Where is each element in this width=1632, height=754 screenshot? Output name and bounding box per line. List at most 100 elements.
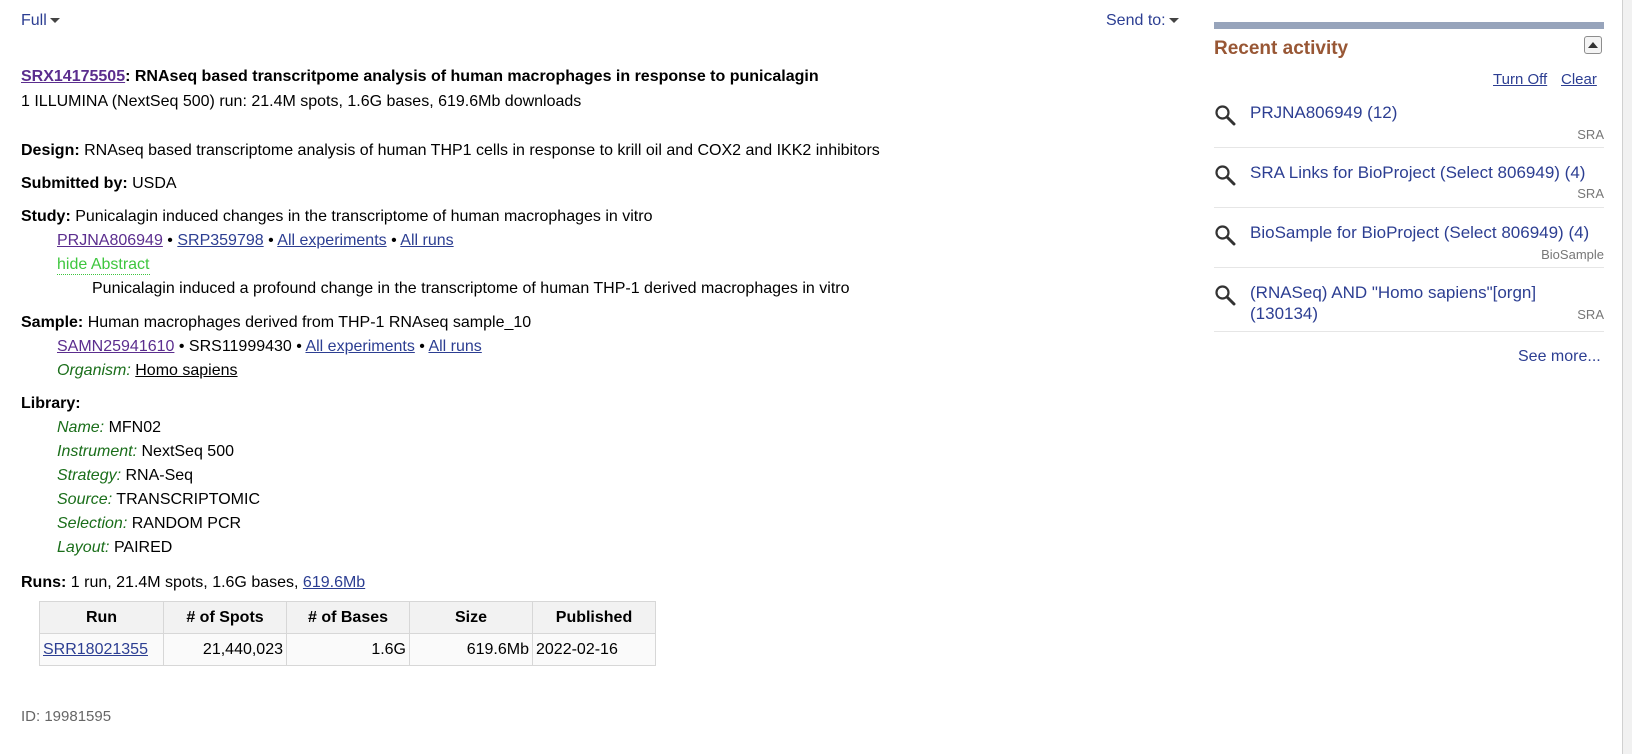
library-field-name: Source: bbox=[57, 491, 113, 508]
sample-label: Sample: bbox=[21, 314, 84, 331]
chevron-down-icon bbox=[49, 18, 60, 24]
runs-table: Run # of Spots # of Bases Size Published… bbox=[39, 601, 656, 666]
recent-activity-db: SRA bbox=[1577, 307, 1604, 322]
runs-size-link[interactable]: 619.6Mb bbox=[303, 574, 365, 591]
hide-abstract-toggle[interactable]: hide Abstract bbox=[57, 255, 150, 275]
recent-activity-title: Recent activity bbox=[1214, 38, 1349, 59]
submitted-text: USDA bbox=[132, 175, 177, 192]
send-to-label: Send to: bbox=[1106, 12, 1166, 29]
sample-all-runs-link[interactable]: All runs bbox=[428, 338, 481, 355]
record-title: SRX14175505: RNAseq based transcritpome … bbox=[21, 68, 819, 85]
spots-cell: 21,440,023 bbox=[163, 633, 287, 666]
recent-activity-item[interactable]: (RNASeq) AND "Homo sapiens"[orgn] (13013… bbox=[1214, 282, 1604, 332]
sample-row: Sample: Human macrophages derived from T… bbox=[21, 313, 531, 333]
library-field: Source: TRANSCRIPTOMIC bbox=[57, 490, 260, 510]
table-header-row: Run # of Spots # of Bases Size Published bbox=[39, 601, 656, 634]
search-icon bbox=[1215, 165, 1236, 186]
bases-cell: 1.6G bbox=[286, 633, 410, 666]
library-field: Selection: RANDOM PCR bbox=[57, 514, 241, 534]
format-dropdown[interactable]: Full bbox=[21, 12, 60, 30]
see-more-link[interactable]: See more... bbox=[1518, 348, 1601, 366]
biosample-link[interactable]: SAMN25941610 bbox=[57, 338, 174, 355]
abstract-text: Punicalagin induced a profound change in… bbox=[92, 280, 850, 297]
sample-links: SAMN25941610 • SRS11999430 • All experim… bbox=[57, 338, 482, 355]
library-field-name: Instrument: bbox=[57, 443, 138, 460]
study-all-experiments-link[interactable]: All experiments bbox=[277, 232, 386, 249]
table-row: SRR18021355 21,440,023 1.6G 619.6Mb 2022… bbox=[39, 633, 656, 666]
organism-row: Organism: Homo sapiens bbox=[57, 361, 238, 381]
column-header: Size bbox=[409, 601, 533, 634]
recent-activity-item[interactable]: BioSample for BioProject (Select 806949)… bbox=[1214, 222, 1604, 268]
record-summary: 1 ILLUMINA (NextSeq 500) run: 21.4M spot… bbox=[21, 93, 582, 110]
chevron-down-icon bbox=[1168, 18, 1179, 24]
srp-link[interactable]: SRP359798 bbox=[177, 232, 263, 249]
runs-summary: 1 run, 21.4M spots, 1.6G bases, bbox=[70, 574, 299, 591]
library-label: Library: bbox=[21, 395, 81, 412]
recent-activity-db: BioSample bbox=[1541, 247, 1604, 262]
library-field-value: MFN02 bbox=[108, 419, 162, 436]
search-icon bbox=[1215, 285, 1236, 306]
study-row: Study: Punicalagin induced changes in th… bbox=[21, 207, 652, 227]
library-field: Name: MFN02 bbox=[57, 418, 161, 438]
bioproject-link[interactable]: PRJNA806949 bbox=[57, 232, 163, 249]
recent-activity-text: SRA Links for BioProject (Select 806949)… bbox=[1250, 163, 1586, 182]
column-header: # of Spots bbox=[163, 601, 287, 634]
organism-label: Organism: bbox=[57, 362, 131, 379]
chevron-up-icon bbox=[1588, 42, 1598, 48]
library-field-value: RANDOM PCR bbox=[131, 515, 242, 532]
format-label: Full bbox=[21, 12, 47, 29]
library-field-name: Layout: bbox=[57, 539, 110, 556]
recent-activity-text: (RNASeq) AND "Homo sapiens"[orgn] (13013… bbox=[1250, 283, 1537, 323]
recent-activity-db: SRA bbox=[1577, 186, 1604, 201]
run-link[interactable]: SRR18021355 bbox=[43, 641, 148, 658]
sample-text: Human macrophages derived from THP-1 RNA… bbox=[87, 314, 532, 331]
size-cell: 619.6Mb bbox=[409, 633, 533, 666]
published-cell: 2022-02-16 bbox=[532, 633, 656, 666]
scrollbar[interactable] bbox=[1622, 0, 1632, 754]
recent-activity-item[interactable]: PRJNA806949 (12) SRA bbox=[1214, 102, 1604, 148]
organism-link[interactable]: Homo sapiens bbox=[135, 362, 237, 379]
submitted-label: Submitted by: bbox=[21, 175, 128, 192]
study-all-runs-link[interactable]: All runs bbox=[400, 232, 453, 249]
column-header: # of Bases bbox=[286, 601, 410, 634]
library-field-name: Selection: bbox=[57, 515, 128, 532]
library-field: Instrument: NextSeq 500 bbox=[57, 442, 234, 462]
record-id: ID: 19981595 bbox=[21, 708, 112, 725]
library-field-name: Name: bbox=[57, 419, 105, 436]
clear-link[interactable]: Clear bbox=[1561, 71, 1597, 88]
recent-activity-bar bbox=[1214, 22, 1604, 29]
library-field-value: PAIRED bbox=[113, 539, 173, 556]
recent-activity-text: BioSample for BioProject (Select 806949)… bbox=[1250, 223, 1590, 242]
design-label: Design: bbox=[21, 142, 80, 159]
submitted-row: Submitted by: USDA bbox=[21, 174, 177, 194]
srs-id: SRS11999430 bbox=[188, 338, 292, 355]
search-icon bbox=[1215, 105, 1236, 126]
library-field: Strategy: RNA-Seq bbox=[57, 466, 193, 486]
record-title-text: RNAseq based transcritpome analysis of h… bbox=[134, 68, 819, 85]
library-row: Library: bbox=[21, 394, 81, 414]
recent-activity-text: PRJNA806949 (12) bbox=[1250, 103, 1398, 122]
library-field: Layout: PAIRED bbox=[57, 538, 172, 558]
column-header: Run bbox=[39, 601, 164, 634]
library-field-value: RNA-Seq bbox=[125, 467, 194, 484]
recent-activity-item[interactable]: SRA Links for BioProject (Select 806949)… bbox=[1214, 162, 1604, 208]
collapse-button[interactable] bbox=[1584, 36, 1602, 54]
column-header: Published bbox=[532, 601, 656, 634]
library-field-name: Strategy: bbox=[57, 467, 122, 484]
recent-activity-db: SRA bbox=[1577, 127, 1604, 142]
accession-link[interactable]: SRX14175505 bbox=[21, 68, 125, 85]
run-cell: SRR18021355 bbox=[39, 633, 164, 666]
study-links: PRJNA806949 • SRP359798 • All experiment… bbox=[57, 232, 454, 249]
library-field-value: TRANSCRIPTOMIC bbox=[116, 491, 261, 508]
turn-off-link[interactable]: Turn Off bbox=[1493, 71, 1547, 88]
design-row: Design: RNAseq based transcriptome analy… bbox=[21, 141, 880, 161]
study-label: Study: bbox=[21, 208, 71, 225]
runs-row: Runs: 1 run, 21.4M spots, 1.6G bases, 61… bbox=[21, 573, 365, 593]
search-icon bbox=[1215, 225, 1236, 246]
design-text: RNAseq based transcriptome analysis of h… bbox=[84, 142, 880, 159]
library-field-value: NextSeq 500 bbox=[141, 443, 234, 460]
send-to-dropdown[interactable]: Send to: bbox=[1106, 12, 1179, 30]
runs-label: Runs: bbox=[21, 574, 67, 591]
study-text: Punicalagin induced changes in the trans… bbox=[75, 208, 653, 225]
sample-all-experiments-link[interactable]: All experiments bbox=[305, 338, 414, 355]
